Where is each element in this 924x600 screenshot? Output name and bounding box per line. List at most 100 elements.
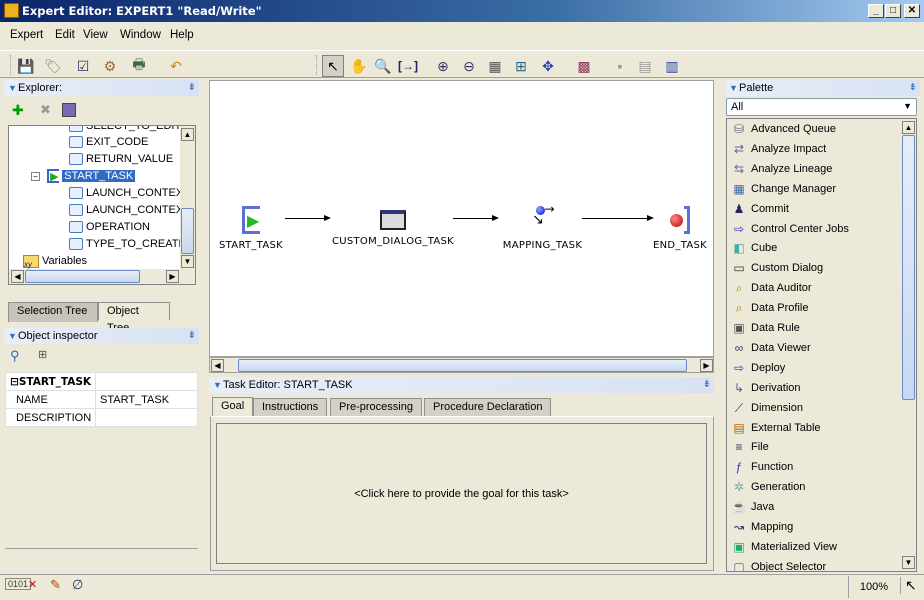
add-icon[interactable]: ✚ (12, 102, 24, 119)
pin-icon[interactable]: ⇟ (188, 80, 196, 96)
palette-item-control-center-jobs[interactable]: ⇨ Control Center Jobs (731, 219, 849, 239)
binary-delete-icon[interactable]: ✕ (28, 578, 37, 591)
connector-arrow[interactable] (582, 215, 654, 221)
scroll-right-button[interactable]: ▶ (166, 270, 179, 283)
node-mapping-task[interactable]: → → MAPPING_TASK (495, 202, 590, 251)
vertical-scrollbar[interactable]: ▲ ▼ (180, 126, 195, 270)
menu-expert[interactable]: Expert (10, 29, 43, 41)
ungroup-icon[interactable]: ▪ (609, 55, 631, 77)
palette-item-file[interactable]: ≡ File (731, 437, 768, 457)
process-canvas[interactable]: ▶ START_TASK CUSTOM_DIALOG_TASK → → MAPP… (209, 80, 714, 357)
palette-item-external-table[interactable]: ▤ External Table (731, 418, 820, 438)
overview-icon[interactable]: ▦ (484, 55, 506, 77)
print-icon[interactable]: 🖶 (128, 55, 150, 77)
scroll-thumb[interactable] (181, 208, 194, 254)
palette-item-deploy[interactable]: ⇨ Deploy (731, 358, 785, 378)
scroll-up-button[interactable]: ▲ (181, 128, 194, 141)
tag-icon[interactable]: 🏷 (42, 55, 64, 77)
properties-icon[interactable] (62, 103, 76, 117)
palette-item-cube[interactable]: ◧ Cube (731, 238, 777, 258)
pin-icon[interactable]: ⇟ (188, 328, 196, 344)
palette-scrollbar[interactable]: ▲ ▼ (901, 119, 916, 571)
palette-item-dimension[interactable]: ⟋ Dimension (731, 398, 803, 418)
validate-icon[interactable]: ☑ (72, 55, 94, 77)
maximize-button[interactable]: □ (885, 4, 901, 18)
collapse-triangle-icon[interactable]: ▼ (213, 377, 222, 393)
collapse-triangle-icon[interactable]: ▼ (729, 80, 738, 96)
minimize-button[interactable]: _ (868, 4, 884, 18)
palette-item-analyze-lineage[interactable]: ⇆ Analyze Lineage (731, 159, 832, 179)
palette-item-materialized-view[interactable]: ▣ Materialized View (731, 537, 837, 557)
scroll-thumb-h[interactable] (238, 359, 687, 372)
toolbar-grip-2[interactable] (316, 55, 319, 75)
zoom-out-icon[interactable]: ⊖ (458, 55, 480, 77)
tree-item-launch-context[interactable]: LAUNCH_CONTEXT (69, 185, 190, 202)
filter-icon[interactable]: ⚲ (10, 348, 20, 364)
name-value[interactable]: START_TASK (95, 390, 198, 409)
palette-item-data-profile[interactable]: ⌕ Data Profile (731, 298, 809, 318)
group-icon[interactable]: ▩ (573, 55, 595, 77)
palette-item-commit[interactable]: ♟ Commit (731, 199, 789, 219)
tab-instructions[interactable]: Instructions (253, 398, 328, 416)
scroll-thumb-h[interactable] (25, 270, 140, 283)
menu-window[interactable]: Window (120, 29, 161, 41)
palette-item-data-viewer[interactable]: ∞ Data Viewer (731, 338, 811, 358)
collapse-icon[interactable]: ▤ (634, 55, 656, 77)
tab-pre-processing[interactable]: Pre-processing (330, 398, 422, 416)
null-icon[interactable]: ∅ (72, 577, 83, 593)
connector-arrow[interactable] (453, 215, 499, 221)
node-start-task[interactable]: ▶ START_TASK (216, 206, 286, 251)
tree-item-exit-code[interactable]: EXIT_CODE (69, 134, 148, 151)
tab-goal[interactable]: Goal (212, 397, 254, 417)
palette-item-java[interactable]: ☕ Java (731, 497, 775, 517)
palette-item-change-manager[interactable]: ▦ Change Manager (731, 179, 836, 199)
tree-item-launch-context-2[interactable]: LAUNCH_CONTEXT (69, 202, 190, 219)
scroll-down-button[interactable]: ▼ (902, 556, 915, 569)
menu-help[interactable]: Help (170, 29, 194, 41)
expand-icon[interactable]: ▥ (661, 55, 683, 77)
node-end-task[interactable]: END_TASK (650, 206, 710, 251)
zoom-in-icon[interactable]: ⊕ (432, 55, 454, 77)
palette-item-data-rule[interactable]: ▣ Data Rule (731, 318, 800, 338)
tree-item-type-to-create[interactable]: TYPE_TO_CREATE (69, 236, 186, 253)
tree-item-return-value[interactable]: RETURN_VALUE (69, 151, 173, 168)
connector-arrow[interactable] (285, 215, 331, 221)
scroll-right-button[interactable]: ▶ (700, 359, 713, 372)
goal-text-area[interactable]: <Click here to provide the goal for this… (216, 423, 707, 564)
menu-view[interactable]: View (83, 29, 108, 41)
menu-edit[interactable]: Edit (55, 29, 75, 41)
tab-selection-tree[interactable]: Selection Tree (8, 302, 98, 322)
delete-icon[interactable]: ✖ (40, 102, 51, 118)
description-value[interactable] (95, 408, 198, 427)
pin-icon[interactable]: ⇟ (703, 377, 711, 393)
tab-procedure-declaration[interactable]: Procedure Declaration (424, 398, 552, 416)
inspector-section[interactable]: ⊟START_TASK (5, 372, 96, 391)
goal-placeholder[interactable]: <Click here to provide the goal for this… (354, 488, 569, 500)
palette-item-object-selector[interactable]: ▢ Object Selector (731, 557, 826, 571)
tree-item-variables[interactable]: xy Variables (23, 253, 87, 270)
palette-item-derivation[interactable]: ↳ Derivation (731, 378, 801, 398)
palette-item-analyze-impact[interactable]: ⇄ Analyze Impact (731, 139, 826, 159)
pencil-icon[interactable]: ✎ (50, 577, 61, 593)
palette-item-function[interactable]: ƒ Function (731, 457, 794, 477)
canvas-horizontal-scrollbar[interactable]: ◀ ▶ (209, 357, 714, 373)
horizontal-scrollbar[interactable]: ◀ ▶ (9, 269, 195, 284)
palette-item-custom-dialog[interactable]: ▭ Custom Dialog (731, 258, 823, 278)
save-all-icon[interactable]: 💾 (15, 55, 37, 77)
generate-icon[interactable]: ⚙ (99, 55, 121, 77)
tree-item-start-task[interactable]: − ▶ START_TASK (31, 168, 136, 185)
zoom-select-icon[interactable]: 🔍 (372, 55, 394, 77)
expand-all-icon[interactable]: ⊞ (38, 348, 47, 361)
center-icon[interactable]: ✥ (537, 55, 559, 77)
auto-layout-icon[interactable]: ⊞ (510, 55, 532, 77)
node-custom-dialog-task[interactable]: CUSTOM_DIALOG_TASK (328, 206, 458, 247)
tree-item-operation[interactable]: OPERATION (69, 219, 150, 236)
close-button[interactable]: ✕ (904, 4, 920, 18)
palette-filter-select[interactable]: All ▼ (726, 98, 917, 116)
cursor-mode-icon[interactable]: ↖ (900, 577, 917, 594)
tab-object-tree[interactable]: Object Tree (98, 302, 170, 334)
collapse-triangle-icon[interactable]: ▼ (8, 328, 17, 344)
scroll-thumb[interactable] (902, 135, 915, 400)
collapse-triangle-icon[interactable]: ▼ (8, 80, 17, 96)
select-icon[interactable]: ↖ (322, 55, 344, 77)
